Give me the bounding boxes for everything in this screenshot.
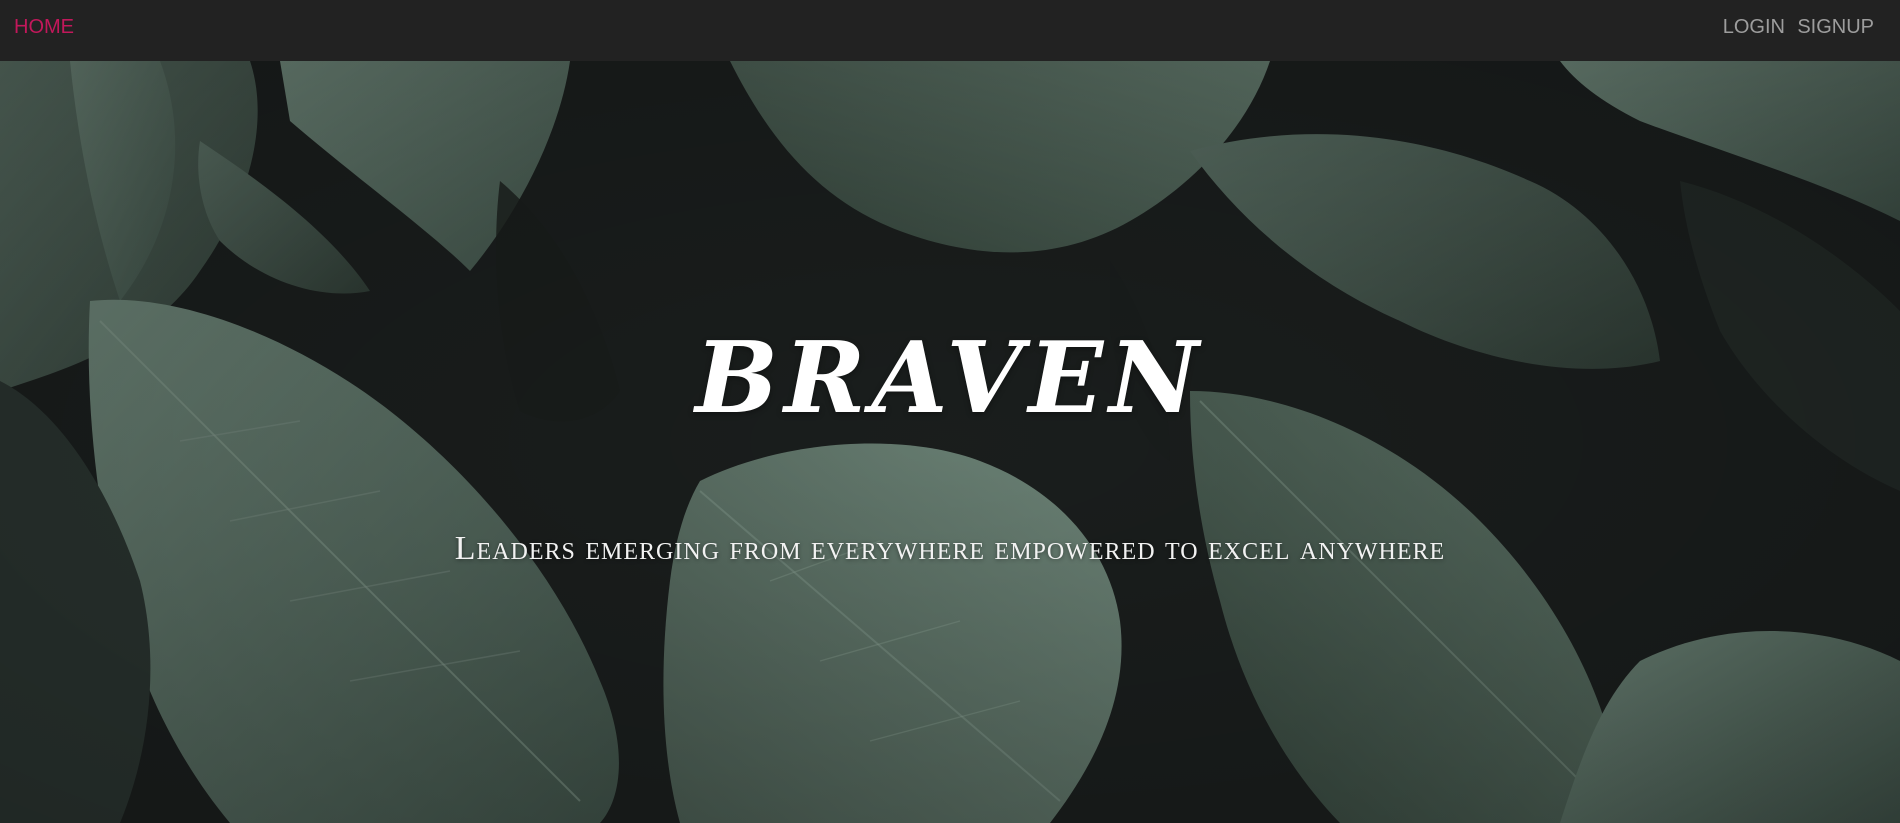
nav-login-link[interactable]: LOGIN — [1723, 0, 1785, 61]
nav-signup-link[interactable]: SIGNUP — [1797, 0, 1874, 61]
top-navbar: HOME LOGIN SIGNUP — [0, 0, 1900, 61]
nav-home-link[interactable]: HOME — [14, 0, 74, 61]
hero-subtitle: Leaders emerging from everywhere empower… — [454, 530, 1446, 567]
hero-title: BRAVEN — [695, 321, 1205, 436]
hero-overlay — [0, 61, 1900, 823]
hero-section: BRAVEN Leaders emerging from everywhere … — [0, 61, 1900, 823]
